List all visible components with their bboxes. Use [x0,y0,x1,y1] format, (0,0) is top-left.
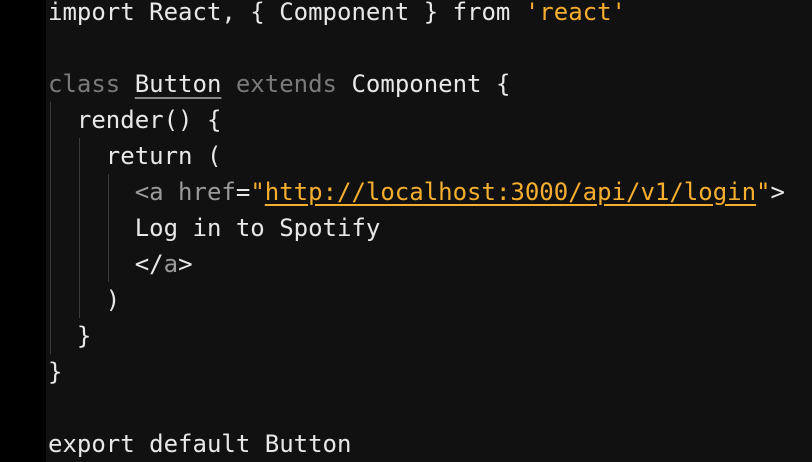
code-line-anchor-open[interactable]: <a href="http://localhost:3000/api/v1/lo… [48,174,785,210]
quote-close: " [756,178,771,206]
code-line-link-text[interactable]: Log in to Spotify [48,210,381,246]
code-editor[interactable]: import React, { Component } from 'react'… [0,0,812,462]
editor-gutter [0,0,46,462]
code-line-render-close[interactable]: } [48,318,91,354]
code-line-import[interactable]: import React, { Component } from 'react' [48,0,626,30]
code-line-class-declaration[interactable]: class Button extends Component { [48,66,510,102]
import-specifiers: React, { Component } from [134,0,525,26]
closing-tag-bracket: > [178,250,193,278]
tag-name: a [149,178,164,206]
import-keyword: import [48,0,135,26]
href-url-link[interactable]: http://localhost:3000/api/v1/login [265,178,756,206]
quote-open: " [250,178,265,206]
class-keyword: class [48,70,121,98]
closing-tag-name: a [163,250,179,278]
code-line-export[interactable]: export default Button [48,426,351,462]
tag-close-bracket: > [770,178,785,206]
attribute-equals: = [235,178,251,206]
superclass: Component { [337,70,511,98]
tag-open-bracket: < [134,178,150,206]
code-line-render[interactable]: render() { [48,102,222,138]
class-name: Button [134,70,222,98]
attribute-name: href [163,178,236,206]
code-line-class-close[interactable]: } [48,354,62,390]
module-string: 'react' [524,0,626,26]
code-line-anchor-close[interactable]: </a> [48,246,193,282]
code-line-return-close[interactable]: ) [48,282,120,318]
closing-tag-open: </ [134,250,164,278]
code-line-return[interactable]: return ( [48,138,222,174]
extends-keyword: extends [235,70,338,98]
